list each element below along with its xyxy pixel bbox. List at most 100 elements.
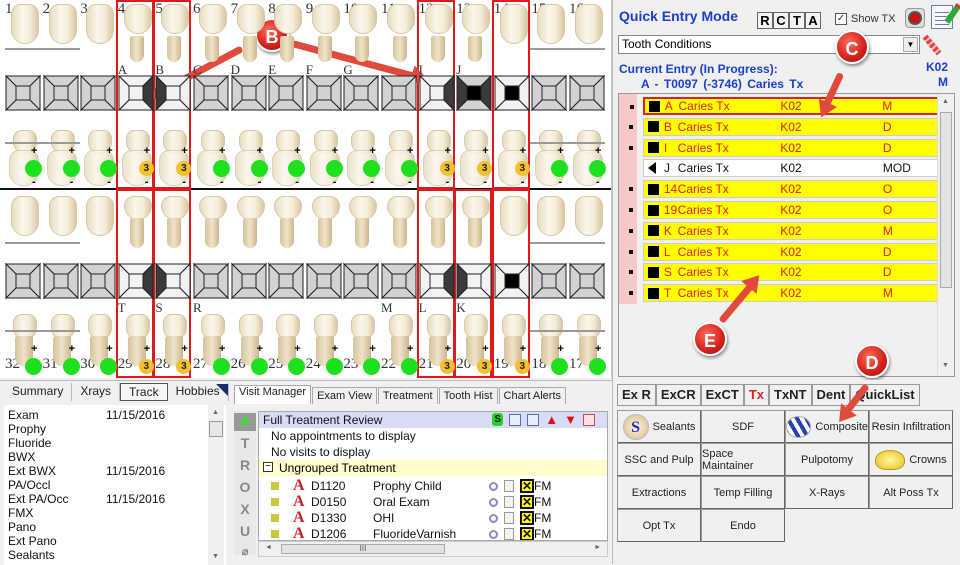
surface-count-badge[interactable]: 3 — [514, 161, 530, 176]
tooth-24[interactable]: 24 +- — [305, 190, 343, 378]
surface-diagram[interactable] — [343, 75, 380, 111]
tooth-12[interactable]: 12I +-3 — [418, 0, 456, 188]
procedure-button-pulpotomy[interactable]: Pulpotomy — [785, 443, 869, 476]
surface-diagram[interactable] — [117, 263, 154, 299]
surface-diagram[interactable] — [418, 263, 455, 299]
entry-row[interactable]: B Caries Tx K02 D — [629, 117, 943, 136]
surface-diagram[interactable] — [531, 75, 568, 111]
entry-row[interactable]: A Caries Tx K02 M — [630, 97, 943, 115]
surface-count-badge[interactable]: 3 — [477, 359, 493, 374]
document-icon[interactable] — [504, 480, 514, 492]
surface-diagram[interactable] — [381, 263, 417, 299]
entry-row[interactable]: T Caries Tx K02 M — [629, 284, 943, 303]
track-row[interactable]: Pano — [8, 520, 106, 534]
tooth-21[interactable]: 21L +-3 — [418, 190, 456, 378]
c-button[interactable]: C — [773, 12, 789, 29]
green-status-dot[interactable] — [401, 358, 418, 375]
surface-diagram[interactable] — [193, 75, 229, 111]
surface-diagram[interactable] — [456, 263, 493, 299]
a-button[interactable]: A — [805, 12, 821, 29]
procedure-button-x-rays[interactable]: X-Rays — [785, 476, 869, 509]
entry-list-scrollbar[interactable]: ▲ ▼ — [937, 94, 954, 376]
horizontal-scrollbar[interactable]: ◄ III ► — [258, 541, 608, 557]
green-status-dot[interactable] — [363, 160, 381, 177]
surface-count-badge[interactable]: 3 — [439, 161, 455, 176]
procedure-button-temp-filling[interactable]: Temp Filling — [701, 476, 785, 509]
treatment-item[interactable]: A D1330 OHI ✕ FM — [271, 509, 583, 526]
scrollbar-thumb[interactable] — [940, 112, 952, 288]
surface-diagram[interactable] — [569, 75, 605, 111]
tooth-30[interactable]: 30 +- — [80, 190, 118, 378]
surface-diagram[interactable] — [230, 263, 267, 299]
green-status-dot[interactable] — [100, 358, 118, 375]
tooth-31[interactable]: 31 +- — [42, 190, 80, 378]
surface-diagram[interactable] — [268, 263, 305, 299]
document-icon[interactable] — [504, 512, 514, 524]
tooth-8[interactable]: 8E + - — [268, 0, 306, 188]
tooth-3[interactable]: 3 + - — [80, 0, 118, 188]
arrow-up-icon[interactable]: ▲ — [545, 413, 558, 426]
document-icon[interactable] — [504, 528, 514, 540]
corner-flag-icon[interactable] — [216, 384, 228, 396]
tab-visit-manager[interactable]: Visit Manager — [234, 385, 312, 404]
category-tab-tx[interactable]: Tx — [743, 384, 769, 406]
surface-diagram[interactable] — [80, 263, 117, 299]
scroll-right-icon[interactable]: ► — [594, 544, 601, 551]
tooth-15[interactable]: 15 +- — [531, 0, 569, 188]
show-tx-toggle[interactable]: ✓ Show TX — [835, 13, 895, 25]
green-status-dot[interactable] — [288, 160, 306, 177]
surface-diagram[interactable] — [155, 263, 192, 299]
surface-diagram[interactable] — [117, 75, 154, 111]
status-filter-u[interactable]: U — [234, 523, 256, 539]
search-icon[interactable] — [489, 513, 498, 523]
clinical-notes-icon[interactable] — [931, 5, 953, 29]
tooth-9[interactable]: 9F + - — [305, 0, 343, 188]
surface-diagram[interactable] — [456, 75, 493, 111]
tooth-11[interactable]: 11 +- — [381, 0, 418, 188]
tooth-2[interactable]: 2 + - — [42, 0, 80, 188]
tooth-7[interactable]: 7D + - — [230, 0, 268, 188]
tooth-26[interactable]: 26 +- — [230, 190, 268, 378]
tooth-5[interactable]: 5B + -3 — [155, 0, 192, 188]
scrollbar-thumb[interactable] — [209, 421, 223, 437]
surface-diagram[interactable] — [343, 263, 380, 299]
track-row[interactable]: Fluoride — [8, 436, 106, 450]
search-icon[interactable] — [489, 497, 498, 507]
status-filter-o[interactable]: O — [234, 479, 256, 495]
surface-diagram[interactable] — [5, 75, 41, 111]
category-tab-txnt[interactable]: TxNT — [769, 384, 812, 406]
procedure-button-crowns[interactable]: Crowns — [869, 443, 953, 476]
surface-diagram[interactable] — [418, 75, 455, 111]
surface-count-badge[interactable]: 3 — [138, 359, 154, 374]
treatment-item[interactable]: A D1206 FluorideVarnish ✕ FM — [271, 525, 583, 540]
surface-count-badge[interactable]: 3 — [477, 161, 493, 176]
eraser-icon[interactable] — [922, 34, 942, 56]
surface-count-badge[interactable]: 3 — [138, 161, 154, 176]
track-row[interactable]: BWX — [8, 450, 106, 464]
tooth-28[interactable]: 28S +-3 — [155, 190, 192, 378]
document-icon[interactable] — [504, 496, 514, 508]
procedure-button-endo[interactable]: Endo — [701, 509, 785, 542]
condition-type-select[interactable]: Tooth Conditions ▼ — [618, 35, 920, 54]
tooth-chart[interactable]: B 1 + -2 + -3 + -4 A + -3 5 B + -3 6 C + -7 D — [0, 0, 612, 378]
scroll-up-icon[interactable]: ▲ — [942, 98, 949, 105]
tooth-10[interactable]: 10G +- — [343, 0, 381, 188]
green-status-dot[interactable] — [401, 160, 418, 177]
arrow-down-icon[interactable]: ▼ — [564, 413, 577, 426]
scroll-up-icon[interactable]: ▲ — [212, 409, 219, 416]
search-icon[interactable] — [489, 529, 498, 539]
category-tab-dent[interactable]: Dent — [811, 384, 851, 406]
tooth-4[interactable]: 4A + -3 — [117, 0, 155, 188]
tab-track[interactable]: Track — [120, 383, 168, 401]
surface-diagram[interactable] — [305, 263, 342, 299]
green-status-dot[interactable] — [62, 160, 80, 177]
surface-count-badge[interactable]: 3 — [439, 359, 455, 374]
surface-count-badge[interactable]: 3 — [176, 161, 192, 176]
surface-diagram[interactable] — [569, 263, 605, 299]
tooth-16[interactable]: 16 +- — [569, 0, 606, 188]
hide-icon[interactable]: ⌀ — [234, 545, 256, 558]
lock-icon[interactable] — [271, 498, 279, 506]
r-button[interactable]: R — [757, 12, 773, 29]
fee-checkbox-icon[interactable]: ✕ — [520, 527, 534, 540]
tooth-14[interactable]: 14 +-3 — [493, 0, 531, 188]
